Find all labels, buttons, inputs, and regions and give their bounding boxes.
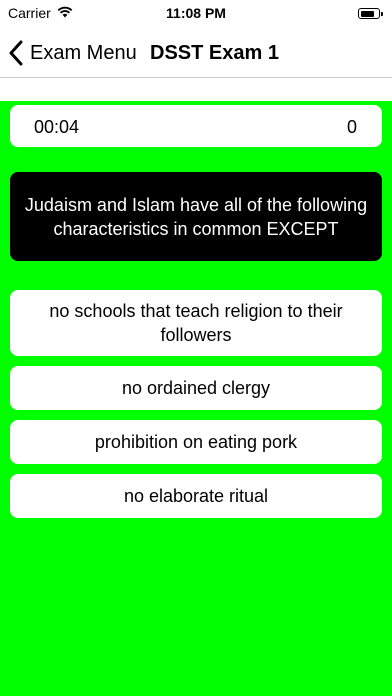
status-time: 11:08 PM	[166, 5, 226, 21]
timer-score-bar: 00:04 0	[10, 105, 382, 147]
answer-option-label: prohibition on eating pork	[94, 432, 298, 452]
question-text: Judaism and Islam have all of the follow…	[24, 194, 368, 239]
battery-level	[360, 10, 374, 17]
answer-option-label: no schools that teach religion to their …	[49, 301, 343, 345]
timer-display: 00:04	[34, 117, 80, 137]
battery-icon	[358, 8, 383, 19]
page-title: DSST Exam 1	[150, 42, 279, 64]
score-display: 0	[346, 117, 357, 137]
chevron-left-icon	[8, 40, 24, 66]
answer-option-label: no elaborate ritual	[123, 486, 269, 506]
back-button[interactable]: Exam Menu	[8, 38, 137, 68]
quiz-area: 00:04 0 Judaism and Islam have all of th…	[0, 101, 392, 696]
answer-option-label: no ordained clergy	[121, 378, 271, 398]
answer-option-4[interactable]: no elaborate ritual	[10, 474, 382, 518]
status-bar: Carrier 11:08 PM	[0, 0, 392, 30]
answer-option-2[interactable]: no ordained clergy	[10, 366, 382, 410]
answer-option-3[interactable]: prohibition on eating pork	[10, 420, 382, 464]
navigation-bar: Exam Menu DSST Exam 1	[0, 30, 392, 78]
answer-option-1[interactable]: no schools that teach religion to their …	[10, 290, 382, 356]
back-button-label: Exam Menu	[30, 41, 137, 64]
question-box: Judaism and Islam have all of the follow…	[10, 172, 382, 261]
